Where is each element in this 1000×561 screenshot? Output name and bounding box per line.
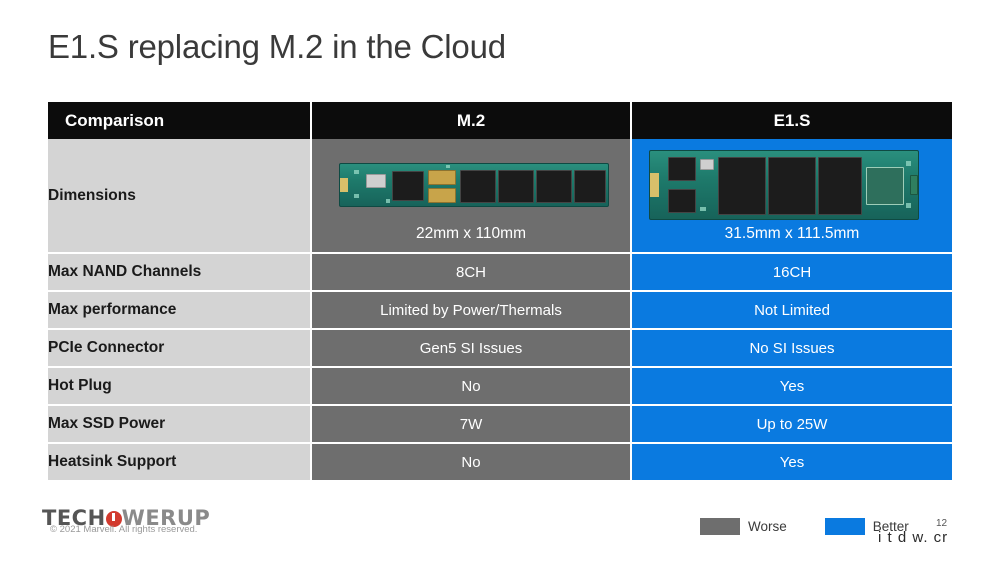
e1s-ssd-image [649,150,919,220]
legend-swatch-better [824,518,865,535]
page-number: 12 [936,518,948,529]
cell-m2-hot-plug: No [312,368,632,406]
row-label-max-nand-channels: Max NAND Channels [48,254,312,292]
row-label-hot-plug: Hot Plug [48,368,312,406]
cell-e1s-max-ssd-power: Up to 25W [632,406,952,444]
cell-m2-heatsink-support: No [312,444,632,482]
table-row-pcie-connector: PCIe Connector Gen5 SI Issues No SI Issu… [48,330,952,368]
cell-e1s-pcie-connector: No SI Issues [632,330,952,368]
row-label-heatsink-support: Heatsink Support [48,444,312,482]
cell-m2-max-ssd-power: 7W [312,406,632,444]
table-row-dimensions: Dimensions 22mm x 110mm 31.5mm x 111.5mm [48,139,952,254]
m2-dimensions-caption: 22mm x 110mm [416,225,526,242]
cell-e1s-heatsink-support: Yes [632,444,952,482]
cell-e1s-hot-plug: Yes [632,368,952,406]
legend-swatch-worse [700,518,740,535]
cell-e1s-max-performance: Not Limited [632,292,952,330]
table-header-row: Comparison M.2 E1.S [48,102,952,139]
slide-root: E1.S replacing M.2 in the Cloud Comparis… [0,0,1000,561]
comparison-table: Comparison M.2 E1.S Dimensions 22mm x 11… [48,102,952,482]
header-e1s: E1.S [632,102,952,139]
copyright-text: © 2021 Marvell. All rights reserved. [50,524,198,535]
cell-m2-pcie-connector: Gen5 SI Issues [312,330,632,368]
table-row-max-ssd-power: Max SSD Power 7W Up to 25W [48,406,952,444]
table-row-max-nand-channels: Max NAND Channels 8CH 16CH [48,254,952,292]
header-comparison: Comparison [48,102,312,139]
cell-m2-max-performance: Limited by Power/Thermals [312,292,632,330]
watermark-text: i t d w. cr [878,529,949,546]
table-row-max-performance: Max performance Limited by Power/Thermal… [48,292,952,330]
cell-e1s-max-nand-channels: 16CH [632,254,952,292]
row-label-max-ssd-power: Max SSD Power [48,406,312,444]
cell-m2-dimensions: 22mm x 110mm [312,139,632,254]
row-label-dimensions: Dimensions [48,139,312,254]
cell-e1s-dimensions: 31.5mm x 111.5mm [632,139,952,254]
row-label-pcie-connector: PCIe Connector [48,330,312,368]
cell-m2-max-nand-channels: 8CH [312,254,632,292]
header-m2: M.2 [312,102,632,139]
table-row-hot-plug: Hot Plug No Yes [48,368,952,406]
table-row-heatsink-support: Heatsink Support No Yes [48,444,952,482]
page-title: E1.S replacing M.2 in the Cloud [48,28,506,65]
row-label-max-performance: Max performance [48,292,312,330]
legend-label-worse: Worse [748,519,787,534]
m2-ssd-image [339,163,609,207]
e1s-dimensions-caption: 31.5mm x 111.5mm [724,225,860,242]
